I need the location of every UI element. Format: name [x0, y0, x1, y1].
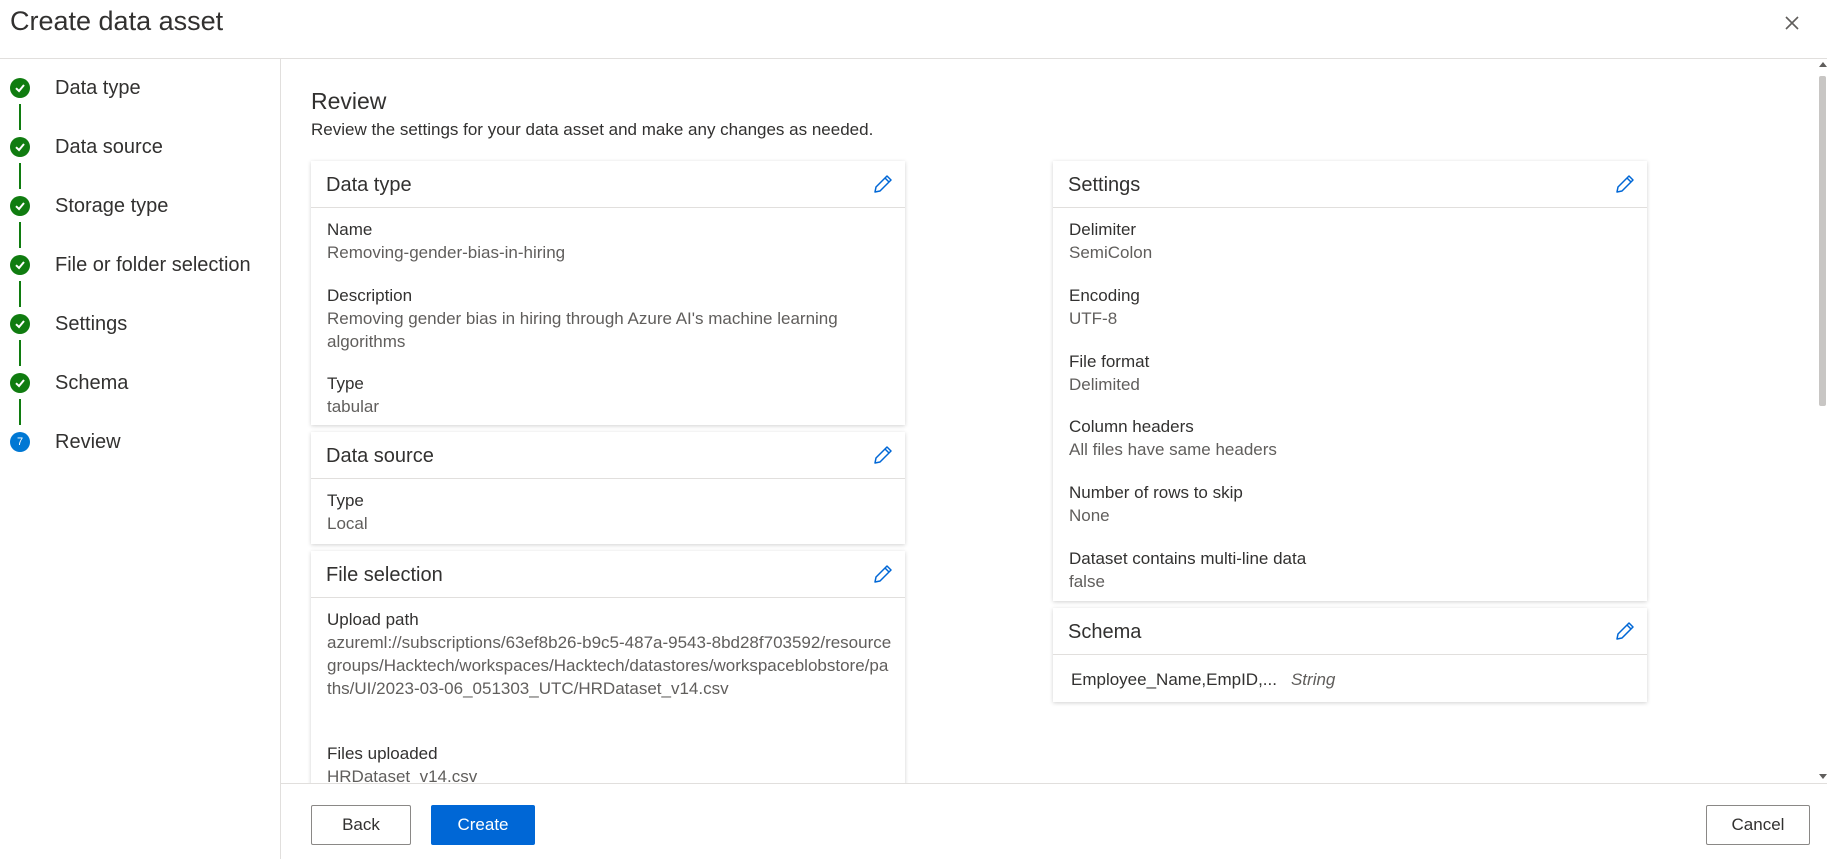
dialog-footer: Back Create Cancel — [281, 783, 1827, 860]
scroll-up-icon[interactable] — [1819, 62, 1827, 67]
field-value: azureml://subscriptions/63ef8b26-b9c5-48… — [327, 633, 892, 698]
step-label: Data source — [55, 135, 163, 158]
card-title: Settings — [1068, 174, 1141, 196]
step-label: File or folder selection — [55, 253, 251, 276]
field-label: Type — [327, 374, 364, 393]
step-label: Data type — [55, 76, 141, 99]
step-label: Storage type — [55, 194, 169, 217]
field-value: All files have same headers — [1069, 440, 1277, 459]
edit-button[interactable] — [871, 443, 895, 467]
card-title: Data type — [326, 174, 412, 196]
pencil-icon — [1616, 622, 1634, 640]
wizard-steps: Data type Data source Storage type File … — [0, 58, 281, 859]
back-button[interactable]: Back — [311, 805, 411, 845]
step-connector — [19, 222, 21, 248]
edit-button[interactable] — [1613, 172, 1637, 196]
dialog-header: Create data asset — [0, 0, 1827, 59]
pencil-icon — [1616, 175, 1634, 193]
scroll-down-icon[interactable] — [1819, 774, 1827, 779]
field-value: Removing-gender-bias-in-hiring — [327, 243, 566, 262]
schema-row: Employee_Name,EmpID,... String — [1071, 670, 1335, 690]
step-file-or-folder-selection[interactable]: File or folder selection — [10, 250, 251, 280]
field-value: Removing gender bias in hiring through A… — [327, 309, 838, 351]
step-data-type[interactable]: Data type — [10, 73, 141, 103]
field-value: None — [1069, 506, 1110, 525]
close-icon — [1785, 16, 1799, 30]
step-data-source[interactable]: Data source — [10, 132, 163, 162]
step-settings[interactable]: Settings — [10, 309, 127, 339]
vertical-scrollbar[interactable] — [1818, 58, 1827, 783]
card-title: File selection — [326, 564, 443, 586]
field-label: File format — [1069, 352, 1150, 371]
step-connector — [19, 104, 21, 130]
field-value: UTF-8 — [1069, 309, 1118, 328]
field-label: Encoding — [1069, 286, 1140, 305]
edit-button[interactable] — [871, 562, 895, 586]
step-schema[interactable]: Schema — [10, 368, 128, 398]
schema-column-type: String — [1290, 670, 1336, 689]
checkmark-icon — [10, 373, 30, 393]
schema-card: Schema Employee_Name,EmpID,... String — [1053, 608, 1647, 702]
field-label: Dataset contains multi-line data — [1069, 549, 1307, 568]
field-label: Delimiter — [1069, 220, 1137, 239]
pencil-icon — [874, 565, 892, 583]
section-description: Review the settings for your data asset … — [311, 120, 874, 139]
section-title: Review — [311, 88, 387, 114]
pencil-icon — [874, 175, 892, 193]
scroll-thumb[interactable] — [1819, 76, 1826, 406]
step-connector — [19, 281, 21, 307]
field-value: tabular — [327, 397, 379, 416]
checkmark-icon — [10, 314, 30, 334]
edit-button[interactable] — [871, 172, 895, 196]
field-value: Local — [327, 514, 368, 533]
step-connector — [19, 163, 21, 189]
step-number-icon: 7 — [10, 432, 30, 452]
field-value: false — [1069, 572, 1105, 591]
data-type-card: Data type Name Removing-gender-bias-in-h… — [311, 161, 905, 425]
field-label: Number of rows to skip — [1069, 483, 1243, 502]
pencil-icon — [874, 446, 892, 464]
step-connector — [19, 399, 21, 425]
checkmark-icon — [10, 137, 30, 157]
field-label: Column headers — [1069, 417, 1194, 436]
field-value: Delimited — [1069, 375, 1140, 394]
checkmark-icon — [10, 196, 30, 216]
settings-card: Settings Delimiter SemiColon Encoding UT… — [1053, 161, 1647, 601]
field-label: Files uploaded — [327, 744, 438, 763]
schema-column-name: Employee_Name,EmpID,... — [1071, 670, 1277, 689]
checkmark-icon — [10, 78, 30, 98]
data-source-card: Data source Type Local — [311, 432, 905, 544]
step-storage-type[interactable]: Storage type — [10, 191, 168, 221]
create-button[interactable]: Create — [431, 805, 535, 845]
dialog-title: Create data asset — [10, 6, 224, 36]
field-label: Upload path — [327, 610, 419, 629]
card-title: Data source — [326, 445, 434, 467]
cancel-button[interactable]: Cancel — [1706, 805, 1810, 845]
checkmark-icon — [10, 255, 30, 275]
step-review[interactable]: 7 Review — [10, 427, 121, 457]
edit-button[interactable] — [1613, 619, 1637, 643]
step-connector — [19, 340, 21, 366]
close-button[interactable] — [1779, 10, 1805, 36]
step-label: Settings — [55, 312, 128, 335]
field-label: Description — [327, 286, 413, 305]
field-value: SemiColon — [1069, 243, 1153, 262]
field-label: Type — [327, 491, 364, 510]
review-panel: Review Review the settings for your data… — [281, 58, 1827, 783]
step-label: Schema — [55, 371, 129, 394]
step-label: Review — [55, 430, 121, 453]
card-title: Schema — [1068, 621, 1142, 643]
field-value: HRDataset_v14.csv — [327, 767, 478, 783]
file-selection-card: File selection Upload path azureml://sub… — [311, 551, 905, 783]
field-label: Name — [327, 220, 373, 239]
